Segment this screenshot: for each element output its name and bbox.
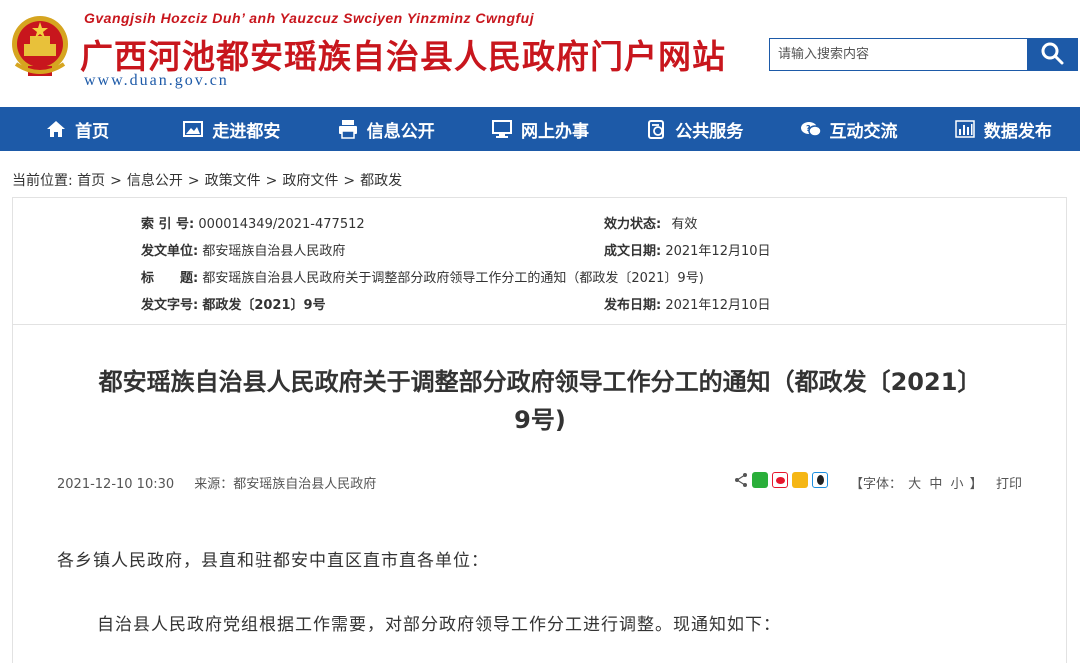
nav-item-data-release[interactable]: 数据发布 (926, 107, 1080, 151)
search-icon (1041, 42, 1064, 65)
breadcrumb-separator: > (265, 173, 278, 189)
monitor-icon (491, 120, 512, 138)
font-size-label-close: 】 (969, 477, 983, 492)
info-publish-label: 发布日期: (604, 298, 662, 313)
info-date-value: 2021年12月10日 (665, 244, 771, 259)
info-index-label: 索 引 号: (141, 217, 195, 232)
breadcrumb-item-home[interactable]: 首页 (77, 173, 105, 189)
national-emblem-icon (12, 16, 68, 76)
breadcrumb-prefix: 当前位置: (12, 173, 73, 189)
nav-item-label: 首页 (75, 121, 110, 142)
article-paragraph: 自治县人民政府党组根据工作需要，对部分政府领导工作分工进行调整。现通知如下： (97, 615, 781, 635)
print-button[interactable]: 打印 (996, 473, 1022, 492)
info-date: 成文日期: 2021年12月10日 (604, 240, 771, 259)
info-index: 索 引 号: 000014349/2021-477512 (141, 213, 365, 232)
breadcrumb-separator: > (110, 173, 122, 189)
image-icon (183, 121, 204, 137)
qq-icon[interactable] (812, 472, 828, 488)
weibo-icon[interactable] (772, 472, 788, 488)
info-doc-no-label: 发文字号: (141, 298, 199, 313)
qzone-icon[interactable] (792, 472, 808, 488)
info-status-value: 有效 (671, 217, 698, 232)
breadcrumb-separator: > (187, 173, 200, 189)
info-status-label: 效力状态: (604, 217, 662, 232)
info-status: 效力状态: 有效 (604, 213, 697, 232)
breadcrumb-item-policy-docs[interactable]: 政策文件 (205, 173, 261, 189)
info-issuer-value: 都安瑶族自治县人民政府 (202, 244, 346, 259)
info-title-value: 都安瑶族自治县人民政府关于调整部分政府领导工作分工的通知（都政发〔2021〕9号… (202, 271, 704, 286)
info-title: 标 题: 都安瑶族自治县人民政府关于调整部分政府领导工作分工的通知（都政发〔20… (141, 267, 704, 286)
nav-item-interaction[interactable]: ? 互动交流 (771, 107, 925, 151)
font-size-small[interactable]: 小 (950, 477, 963, 492)
font-size-large[interactable]: 大 (908, 477, 921, 492)
nav-item-public-service[interactable]: 公共服务 (617, 107, 771, 151)
info-doc-no: 发文字号: 都政发〔2021〕9号 (141, 294, 326, 313)
nav-item-label: 网上办事 (520, 121, 589, 142)
info-doc-no-value: 都政发〔2021〕9号 (202, 298, 326, 313)
nav-item-label: 数据发布 (983, 121, 1052, 142)
nav-item-home[interactable]: 首页 (0, 107, 154, 151)
info-title-label: 标 题: (141, 271, 199, 286)
font-size-medium[interactable]: 中 (929, 477, 942, 492)
info-publish: 发布日期: 2021年12月10日 (604, 294, 771, 313)
nav-item-info-public[interactable]: 信息公开 (309, 107, 463, 151)
article-title-line: 都安瑶族自治县人民政府关于调整部分政府领导工作分工的通知（都政发〔2021〕 (98, 368, 982, 396)
site-pinyin-title: Gvangjsih Hozciz Duh’ anh Yauzcuz Swciye… (84, 10, 535, 26)
search-input[interactable] (770, 39, 1028, 70)
chat-icon: ? (800, 122, 822, 137)
nav-item-online-service[interactable]: 网上办事 (463, 107, 617, 151)
share-bar (734, 472, 828, 488)
info-issuer-label: 发文单位: (141, 244, 199, 259)
font-size-label-open: 【字体： (850, 477, 903, 492)
breadcrumb-separator: > (343, 173, 356, 189)
info-issuer: 发文单位: 都安瑶族自治县人民政府 (141, 240, 345, 259)
article-source: 来源：都安瑶族自治县人民政府 (194, 477, 377, 492)
svg-text:?: ? (806, 124, 811, 133)
info-index-value: 000014349/2021-477512 (198, 217, 365, 232)
nav-item-label: 走进都安 (212, 121, 281, 142)
clipboard-icon (648, 120, 665, 139)
info-publish-value: 2021年12月10日 (665, 298, 771, 313)
article-datetime: 2021-12-10 10:30 (57, 477, 175, 492)
search-button[interactable] (1027, 39, 1077, 70)
article-meta: 2021-12-10 10:30 来源：都安瑶族自治县人民政府 (57, 473, 376, 492)
font-size-control: 【字体： 大 中 小 】 (850, 473, 983, 492)
breadcrumb-item-duzhengfa[interactable]: 都政发 (360, 173, 402, 189)
breadcrumb-item-info-public[interactable]: 信息公开 (127, 173, 183, 189)
home-icon (47, 121, 66, 137)
article-title: 都安瑶族自治县人民政府关于调整部分政府领导工作分工的通知（都政发〔2021〕 9… (0, 363, 1080, 439)
nav-item-label: 信息公开 (366, 121, 435, 142)
nav-item-label: 公共服务 (675, 121, 744, 142)
share-icon[interactable] (734, 472, 748, 488)
printer-icon (338, 120, 357, 139)
nav-item-about[interactable]: 走进都安 (154, 107, 308, 151)
site-url: www.duan.gov.cn (84, 72, 229, 89)
breadcrumb-item-gov-docs[interactable]: 政府文件 (282, 173, 338, 189)
wechat-icon[interactable] (752, 472, 768, 488)
article-title-line: 9号) (514, 406, 566, 434)
search-box (769, 38, 1078, 71)
bar-chart-icon (955, 120, 975, 138)
site-title[interactable]: 广西河池都安瑶族自治县人民政府门户网站 (80, 30, 726, 78)
main-nav: 首页 走进都安 信息公开 网上办事 公共服务 ? 互动交流 数据发布 (0, 107, 1080, 151)
info-date-label: 成文日期: (604, 244, 662, 259)
nav-item-label: 互动交流 (829, 121, 898, 142)
breadcrumb: 当前位置: 首页 > 信息公开 > 政策文件 > 政府文件 > 都政发 (12, 170, 402, 190)
site-header: Gvangjsih Hozciz Duh’ anh Yauzcuz Swciye… (0, 0, 1080, 107)
article-paragraph: 各乡镇人民政府，县直和驻都安中直区直市直各单位： (57, 551, 489, 571)
